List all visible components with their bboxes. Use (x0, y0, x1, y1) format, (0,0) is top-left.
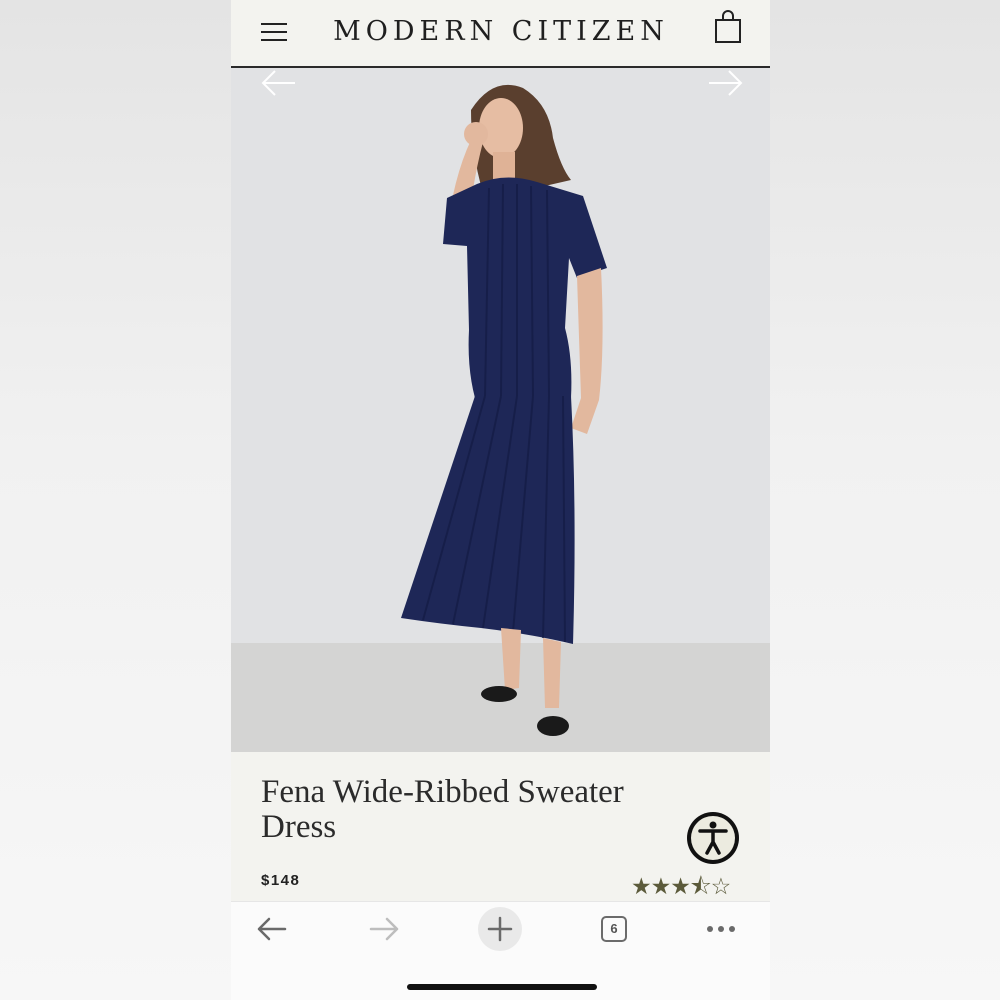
product-image (231, 68, 770, 752)
brand-logo[interactable]: MODERN CITIZEN (301, 12, 701, 52)
tab-count-button[interactable]: 6 (601, 916, 627, 942)
star-icon: ★ (670, 874, 691, 900)
phone-screen: MODERN CITIZEN Fena Wide-Ribbed Sweater … (231, 0, 770, 1000)
model-photo (231, 84, 770, 752)
shopping-bag-icon[interactable] (714, 10, 742, 44)
forward-arrow-icon[interactable] (369, 916, 401, 942)
product-title: Fena Wide-Ribbed Sweater Dress (261, 774, 624, 845)
back-arrow-icon[interactable] (255, 916, 287, 942)
arrow-right-icon[interactable] (705, 68, 745, 98)
plus-icon[interactable] (477, 906, 523, 952)
star-icon: ★ (631, 874, 652, 900)
more-dots-icon[interactable] (705, 922, 737, 936)
browser-toolbar: 6 (231, 901, 770, 1000)
home-indicator[interactable] (407, 984, 597, 990)
hamburger-menu-icon[interactable] (261, 23, 287, 41)
arrow-left-icon[interactable] (259, 68, 299, 98)
accessibility-person-icon[interactable] (685, 810, 741, 866)
product-price: $148 (261, 872, 301, 889)
star-icon: ★ (650, 874, 672, 900)
empty-star-icon: ☆ (710, 874, 732, 900)
site-header: MODERN CITIZEN (231, 0, 770, 68)
